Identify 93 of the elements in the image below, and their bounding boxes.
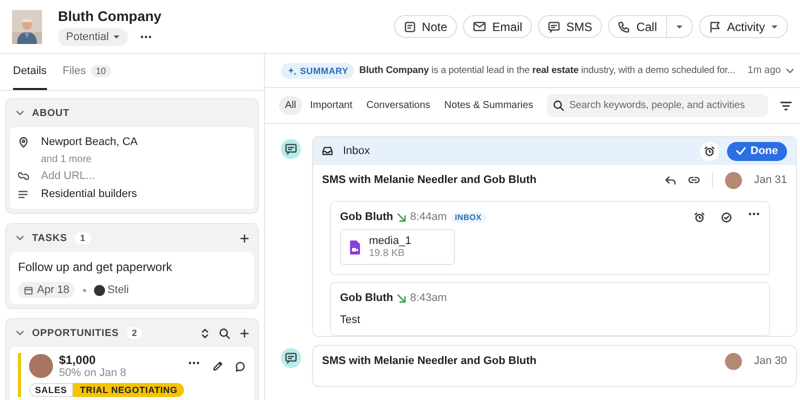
sparkle-icon — [287, 66, 297, 76]
avatar — [29, 354, 53, 378]
filter-tab[interactable]: Conversations — [360, 96, 436, 115]
status-dropdown[interactable]: Potential — [58, 28, 128, 46]
conversation-title: SMS with Melanie Needler and Gob Bluth — [322, 174, 537, 186]
more-link[interactable]: and 1 more — [41, 154, 92, 164]
conversation-date: Jan 30 — [754, 355, 787, 367]
tab[interactable]: Files 10 — [62, 54, 111, 90]
pencil-icon[interactable] — [212, 360, 223, 372]
assignee-name: Steli — [107, 284, 129, 296]
summary-text: Bluth Company is a potential lead in the real estate industry, with a demo scheduled for... — [359, 65, 736, 76]
attachment-card[interactable]: media_1 19.8 KB — [340, 229, 455, 265]
link-icon — [18, 171, 28, 181]
company-name: Bluth Company — [58, 8, 162, 24]
avatar — [724, 172, 742, 188]
alarm-clock-icon[interactable] — [694, 212, 705, 222]
activity-button[interactable]: Activity — [698, 15, 788, 38]
email-button[interactable]: Email — [463, 15, 532, 38]
section-title: ABOUT — [32, 108, 70, 118]
filter-tab[interactable]: All — [279, 96, 302, 115]
calendar-icon — [24, 286, 33, 294]
sort-icon[interactable] — [201, 328, 209, 338]
plus-icon[interactable] — [240, 234, 249, 242]
sender-name: Gob Bluth — [340, 211, 394, 223]
avatar — [724, 352, 742, 370]
file-size: 19.8 KB — [369, 248, 406, 259]
sender-name: Gob Bluth — [340, 292, 394, 304]
filter-tab[interactable]: Important — [304, 96, 358, 115]
link-icon[interactable] — [688, 176, 700, 184]
collapse-button[interactable] — [16, 110, 24, 116]
chevron-down-icon — [786, 68, 794, 74]
filter-icon[interactable] — [780, 100, 792, 110]
note-button[interactable]: Note — [394, 15, 458, 38]
snooze-button[interactable] — [700, 142, 718, 160]
collapse-button[interactable] — [16, 330, 24, 336]
chat-bubble-icon[interactable] — [235, 360, 246, 372]
alarm-clock-icon — [704, 146, 714, 156]
collapse-button[interactable] — [16, 235, 24, 241]
message-text: Test — [340, 314, 362, 326]
sms-button[interactable]: SMS — [538, 15, 602, 38]
location-text: Newport Beach, CA — [41, 136, 138, 148]
caret-icon — [771, 24, 778, 28]
more-icon — [748, 212, 760, 216]
chat-icon — [548, 20, 560, 32]
text-lines-icon — [18, 190, 28, 198]
section-title: TASKS — [32, 232, 68, 244]
conversation-title: SMS with Melanie Needler and Gob Bluth — [322, 355, 537, 367]
checkmark-icon — [736, 147, 746, 155]
message-time: 8:43am — [410, 292, 447, 304]
file-name: media_1 — [369, 235, 412, 247]
inbox-tray-icon — [322, 146, 333, 156]
filter-tab[interactable]: Notes & Summaries — [438, 96, 540, 115]
more-icon — [188, 360, 200, 364]
section-title: OPPORTUNITIES — [32, 328, 119, 338]
chevron-down-icon — [16, 235, 24, 241]
inbox-label: Inbox — [343, 145, 370, 157]
description-text: Residential builders — [41, 188, 137, 200]
more-icon — [140, 34, 152, 38]
plus-icon[interactable] — [240, 328, 249, 338]
due-date: Apr 18 — [18, 282, 76, 298]
expand-button[interactable] — [786, 68, 794, 74]
chat-icon — [285, 143, 297, 155]
opportunity-detail: 50% on Jan 8 — [59, 367, 126, 379]
tab[interactable]: Details — [13, 54, 47, 90]
stage-tag: TRIAL NEGOTIATING — [73, 383, 184, 397]
flag-icon — [708, 20, 721, 32]
inbox-tag: INBOX — [450, 212, 486, 222]
opportunity-value: $1,000 — [59, 353, 97, 367]
video-file-icon — [349, 240, 361, 254]
count-badge: 10 — [90, 65, 111, 77]
chat-icon — [285, 352, 297, 364]
email-icon — [473, 21, 486, 32]
summary-badge: SUMMARY — [281, 62, 354, 78]
conversation-date: Jan 31 — [754, 174, 787, 186]
chevron-down-icon — [16, 330, 24, 336]
avatar — [94, 284, 106, 296]
search-field[interactable]: Search keywords, people, and activities — [547, 94, 768, 117]
caret-icon — [112, 34, 120, 38]
search-icon[interactable] — [219, 328, 230, 338]
chevron-down-icon — [16, 110, 24, 116]
reply-icon[interactable] — [664, 176, 676, 184]
count-badge: 1 — [75, 232, 91, 244]
check-circle-icon[interactable] — [721, 212, 732, 222]
task-title: Follow up and get paperwork — [18, 260, 174, 274]
caret-icon — [676, 24, 683, 28]
count-badge: 2 — [126, 327, 142, 339]
done-button[interactable]: Done — [726, 142, 787, 160]
note-icon — [404, 20, 416, 32]
message-time: 8:44am — [410, 211, 447, 223]
location-pin-icon — [18, 136, 28, 148]
summary-time: 1m ago — [748, 65, 781, 76]
search-icon — [553, 100, 564, 111]
phone-icon — [618, 20, 630, 32]
